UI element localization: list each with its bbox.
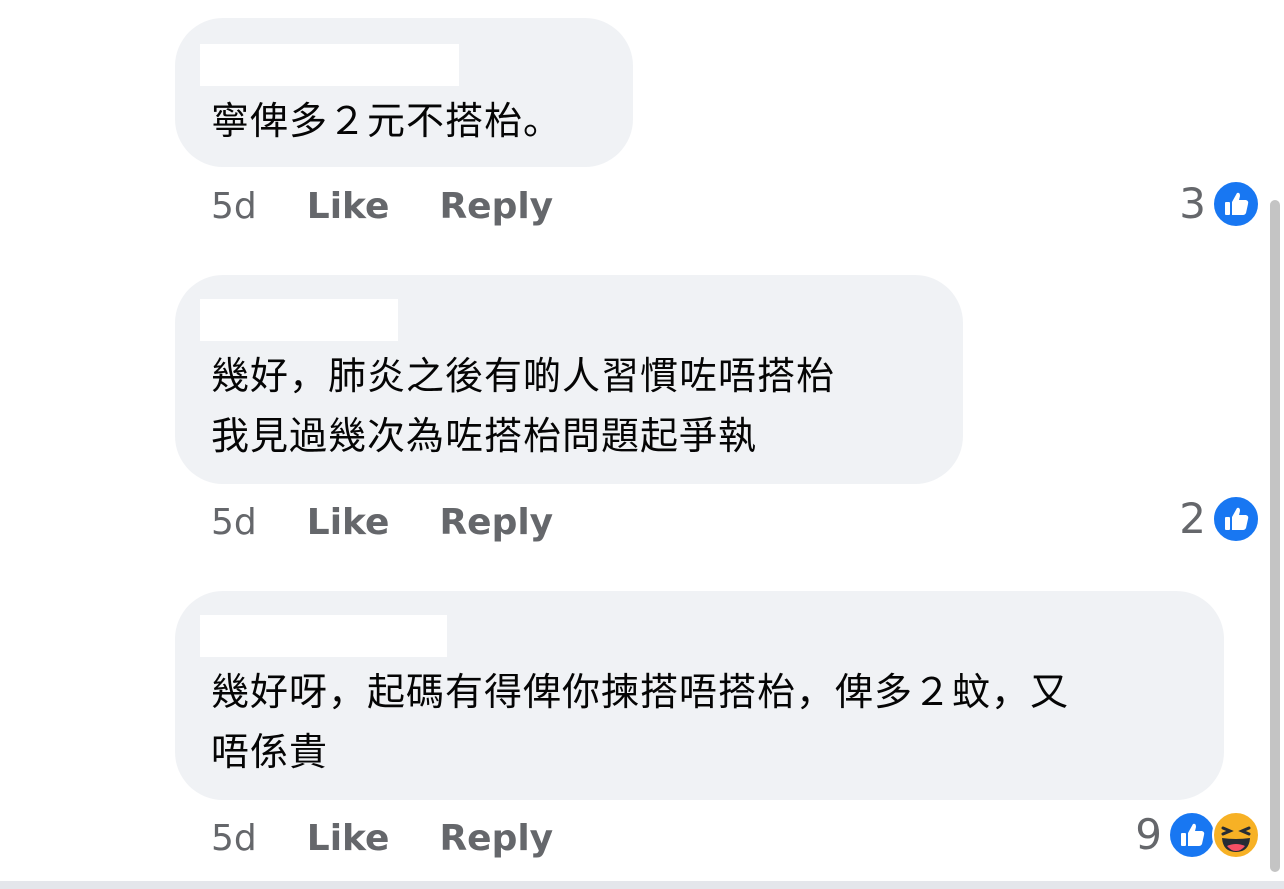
timestamp[interactable]: 5d	[211, 502, 257, 543]
author-name-redacted	[200, 299, 398, 341]
author-name-redacted	[200, 615, 447, 657]
comment-text-line: 幾好呀，起碼有得俾你揀搭唔搭枱，俾多２蚊，又	[211, 670, 1070, 714]
like-button[interactable]: Like	[307, 186, 390, 227]
reply-button[interactable]: Reply	[439, 186, 553, 227]
haha-icon	[1212, 810, 1260, 859]
comment-text-line: 我見過幾次為咗搭枱問題起爭執	[211, 414, 758, 458]
timestamp[interactable]: 5d	[211, 186, 257, 227]
reaction-summary[interactable]: 3	[1179, 179, 1260, 228]
author-name-redacted	[200, 44, 459, 86]
like-button[interactable]: Like	[307, 818, 390, 859]
like-icon	[1212, 179, 1260, 228]
reaction-count: 3	[1179, 179, 1206, 228]
reaction-count: 9	[1135, 810, 1162, 859]
scrollbar[interactable]	[1270, 200, 1280, 872]
like-button[interactable]: Like	[307, 502, 390, 543]
bottom-divider	[0, 881, 1284, 889]
comment-actions: 5d Like Reply	[211, 818, 603, 859]
comment-text-line: 唔係貴	[211, 730, 329, 774]
reaction-count: 2	[1179, 494, 1206, 543]
timestamp[interactable]: 5d	[211, 818, 257, 859]
reply-button[interactable]: Reply	[439, 818, 553, 859]
reply-button[interactable]: Reply	[439, 502, 553, 543]
reaction-summary[interactable]: 2	[1179, 494, 1260, 543]
comment-text-line: 幾好，肺炎之後有啲人習慣咗唔搭枱	[211, 354, 836, 398]
comment-actions: 5d Like Reply	[211, 186, 603, 227]
like-icon	[1168, 810, 1216, 859]
like-icon	[1212, 494, 1260, 543]
comment-actions: 5d Like Reply	[211, 502, 603, 543]
comment-text-line: 寧俾多２元不搭枱。	[211, 99, 563, 143]
reaction-summary[interactable]: 9	[1135, 810, 1260, 859]
